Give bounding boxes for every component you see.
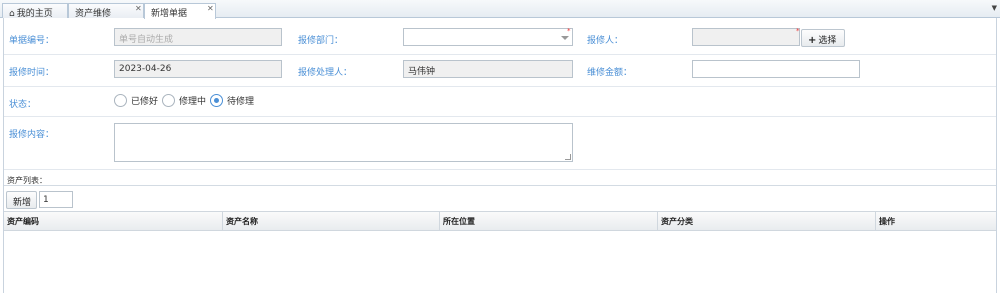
doc-no-field[interactable]: 单号自动生成 [114, 28, 282, 46]
tab-home[interactable]: ⌂ 我的主页 [2, 3, 68, 19]
form-row: 报修时间： 2023-04-26 报修处理人： 马伟钟 维修金额： [4, 55, 996, 87]
reporter-label: 报修人： [587, 36, 624, 46]
column-header[interactable]: 所在位置 [440, 212, 658, 231]
report-time-field[interactable]: 2023-04-26 [114, 60, 282, 78]
radio-icon[interactable] [162, 94, 176, 107]
doc-no-label: 单据编号： [9, 36, 55, 46]
asset-toolbar: 新增 1 [4, 185, 996, 209]
select-button-label: 选择 [818, 36, 837, 46]
radio-selected-icon[interactable] [210, 94, 224, 107]
status-option-label: 待修理 [227, 97, 255, 107]
dept-select[interactable] [403, 28, 573, 46]
status-option-pending[interactable]: 待修理 [210, 94, 254, 107]
column-header[interactable]: 资产分类 [658, 212, 876, 231]
amount-label: 维修金额： [587, 68, 633, 78]
handler-label: 报修处理人： [298, 68, 353, 78]
content-textarea[interactable] [114, 123, 573, 162]
handler-field[interactable]: 马伟钟 [403, 60, 573, 78]
chevron-down-icon[interactable] [561, 36, 569, 40]
resize-handle-icon[interactable] [565, 154, 571, 160]
required-marker: * [796, 27, 800, 35]
asset-grid-header: 资产编码 资产名称 所在位置 资产分类 操作 [4, 211, 996, 231]
form-row: 状态： 已修好 修理中 待修理 [4, 87, 996, 117]
status-option-label: 已修好 [131, 97, 159, 107]
close-icon[interactable]: ✕ [207, 4, 214, 13]
plus-icon: + [808, 35, 817, 46]
radio-icon[interactable] [114, 94, 127, 107]
content-label: 报修内容： [9, 130, 55, 140]
form-row: 单据编号： 单号自动生成 报修部门： * 报修人： * + 选择 [4, 18, 996, 55]
tab-new-document[interactable]: 新增单据 ✕ [144, 3, 216, 19]
report-time-label: 报修时间： [9, 68, 55, 78]
reporter-field[interactable] [692, 28, 800, 46]
form-panel: 单据编号： 单号自动生成 报修部门： * 报修人： * + 选择 报修时间： 20… [3, 18, 997, 293]
add-asset-button[interactable]: 新增 [6, 191, 37, 209]
form-row: 报修内容： [4, 117, 996, 170]
status-option-repairing[interactable]: 修理中 [162, 94, 206, 107]
status-label: 状态： [9, 100, 37, 110]
tab-asset-repair[interactable]: 资产维修 ✕ [68, 3, 144, 19]
tab-bar: ⌂ 我的主页 资产维修 ✕ 新增单据 ✕ ▼ [0, 0, 1000, 19]
status-option-label: 修理中 [179, 97, 207, 107]
column-header[interactable]: 资产名称 [223, 212, 440, 231]
add-count-input[interactable]: 1 [39, 191, 73, 208]
status-option-repaired[interactable]: 已修好 [114, 94, 158, 107]
dept-label: 报修部门： [298, 36, 344, 46]
column-header[interactable]: 资产编码 [4, 212, 223, 231]
select-reporter-button[interactable]: + 选择 [801, 29, 845, 47]
amount-field[interactable] [692, 60, 860, 78]
column-header[interactable]: 操作 [876, 212, 996, 231]
status-radio-group: 已修好 修理中 待修理 [114, 94, 258, 107]
chevron-down-icon[interactable]: ▼ [992, 4, 997, 12]
required-marker: * [567, 27, 571, 35]
close-icon[interactable]: ✕ [135, 4, 142, 13]
